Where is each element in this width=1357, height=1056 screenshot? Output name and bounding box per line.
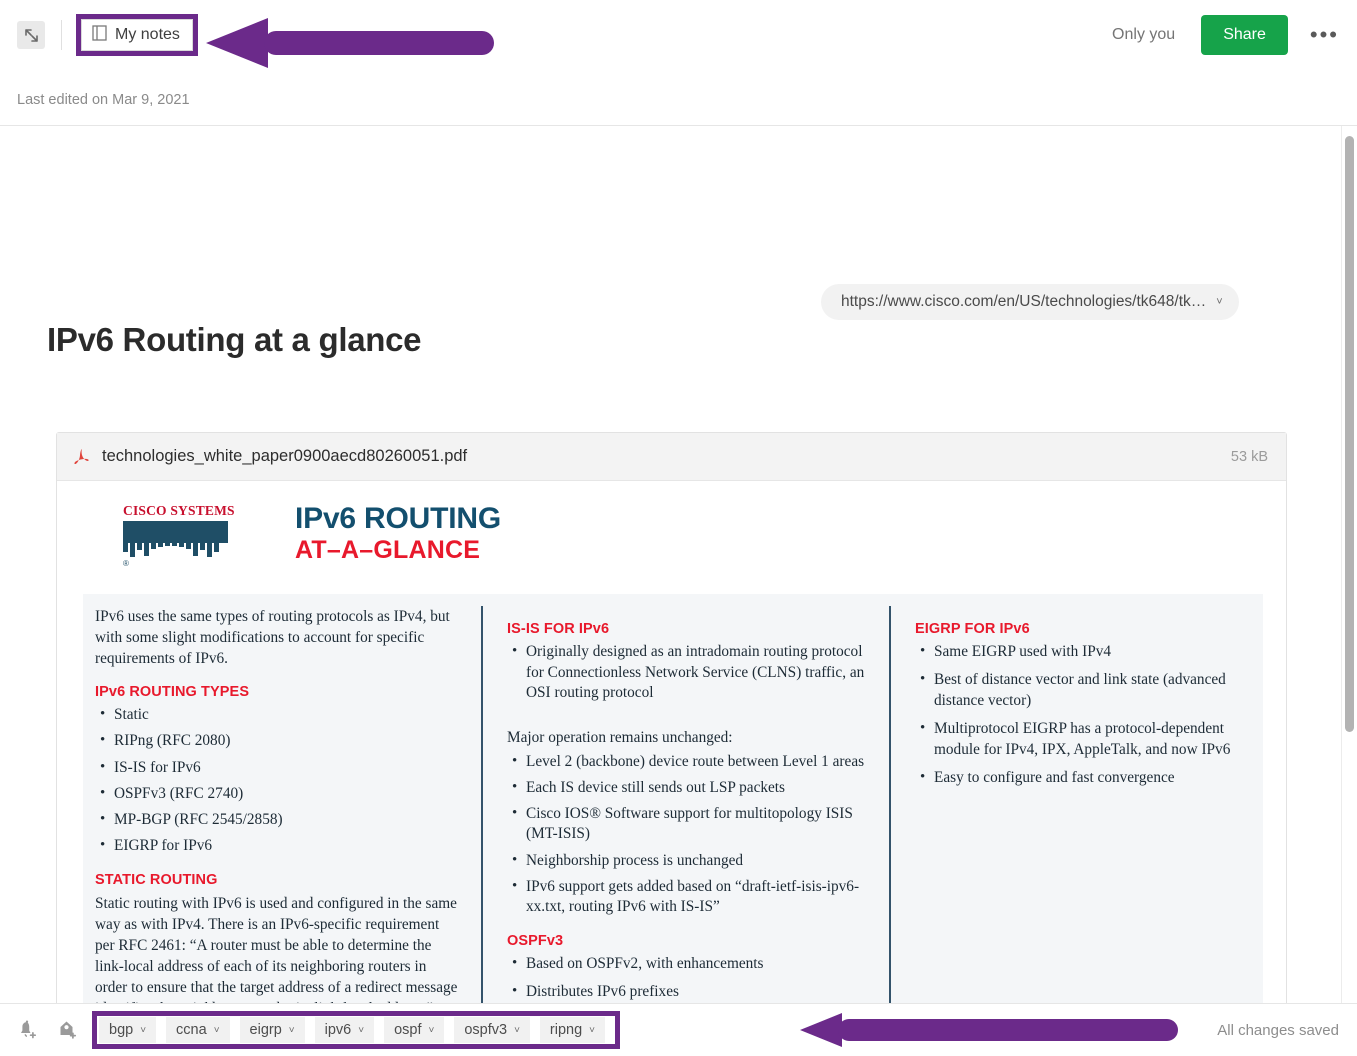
pdf-bullet-item: Each IS device still sends out LSP packe…	[512, 777, 867, 799]
notebook-selector[interactable]: My notes	[81, 19, 193, 51]
pdf-bullet-item: Neighborship process is unchanged	[512, 850, 867, 872]
save-status-label: All changes saved	[1217, 1021, 1339, 1039]
pdf-bullet-item: Same EIGRP used with IPv4	[920, 641, 1241, 663]
pdf-bullet-item: Cisco IOS® Software support for multitop…	[512, 803, 867, 845]
bell-plus-icon[interactable]	[14, 1017, 40, 1043]
pdf-section-heading: OSPFv3	[507, 933, 564, 950]
pdf-bullet-list: Level 2 (backbone) device route between …	[507, 751, 867, 918]
chevron-down-icon[interactable]: ˅	[289, 1025, 295, 1036]
chevron-down-icon[interactable]: ˅	[358, 1025, 364, 1036]
notebook-name: My notes	[115, 26, 180, 43]
tags-highlight-box: bgp ˅ ccna ˅ eigrp ˅ ipv6 ˅ ospf ˅ ospfv3 ˅ ripng ˅	[92, 1011, 621, 1049]
tag-chip-ospf[interactable]: ospf ˅	[384, 1017, 445, 1043]
attachment-filesize: 53 kB	[1230, 448, 1268, 465]
pdf-bullet-item: RIPng (RFC 2080)	[100, 730, 459, 752]
tag-chip-ipv6[interactable]: ipv6 ˅	[314, 1017, 375, 1043]
tag-plus-icon[interactable]	[54, 1017, 80, 1043]
attachment-header[interactable]: technologies_white_paper0900aecd80260051…	[57, 433, 1286, 481]
pdf-header-row: CISCO SYSTEMS ® IPv6 ROUTING AT–A–GLANCE	[57, 503, 1286, 568]
pdf-section-heading: IS-IS FOR IPv6	[507, 621, 610, 637]
cisco-wordmark: CISCO SYSTEMS	[123, 503, 235, 518]
pdf-paragraph: Static routing with IPv6 is used and con…	[95, 894, 458, 1004]
attachment-card: technologies_white_paper0900aecd80260051…	[56, 432, 1287, 1004]
attachment-filename: technologies_white_paper0900aecd80260051…	[102, 447, 468, 465]
pdf-spacer	[507, 711, 867, 727]
source-url-text: https://www.cisco.com/en/US/technologies…	[841, 293, 1207, 310]
pdf-bullet-list: Same EIGRP used with IPv4 Best of distanc…	[915, 641, 1241, 789]
tag-label: ripng	[549, 1022, 583, 1038]
notebook-icon	[92, 24, 107, 46]
pdf-bullet-item: Distributes IPv6 prefixes	[512, 981, 867, 1003]
pdf-bullet-item: IPv6 support gets added based on “draft-…	[512, 876, 867, 918]
share-button[interactable]: Share	[1201, 15, 1288, 55]
pdf-bullet-item: Easy to configure and fast convergence	[920, 767, 1241, 789]
chevron-down-icon[interactable]: ˅	[514, 1025, 520, 1036]
tag-chip-bgp[interactable]: bgp ˅	[99, 1017, 157, 1043]
pdf-section-heading: EIGRP FOR IPv6	[915, 621, 1030, 637]
pdf-title-line2: AT–A–GLANCE	[295, 535, 481, 564]
pdf-bullet-list: Based on OSPFv2, with enhancements Distri…	[507, 953, 867, 1004]
chevron-down-icon[interactable]: ˅	[140, 1025, 146, 1036]
tag-label: ccna	[176, 1022, 207, 1038]
bottom-toolbar: bgp ˅ ccna ˅ eigrp ˅ ipv6 ˅ ospf ˅ ospfv3 ˅ ripng ˅ A…	[0, 1003, 1357, 1056]
tag-label: eigrp	[249, 1022, 282, 1038]
visibility-label[interactable]: Only you	[1112, 26, 1175, 44]
tag-label: ospf	[394, 1022, 422, 1038]
pdf-bullet-item: IS-IS for IPv6	[100, 757, 459, 779]
notes-highlight-box: My notes	[76, 14, 198, 56]
last-edited-label: Last edited on Mar 9, 2021	[17, 92, 190, 108]
pdf-bullet-list: Static RIPng (RFC 2080) IS-IS for IPv6 OSPF…	[95, 704, 459, 857]
source-url-chip[interactable]: https://www.cisco.com/en/US/technologies…	[821, 284, 1239, 320]
pdf-bullet-item: Static	[100, 704, 459, 726]
pdf-bullet-item: EIGRP for IPv6	[100, 835, 459, 857]
chevron-down-icon[interactable]: ˅	[589, 1025, 595, 1036]
pdf-section-heading: STATIC ROUTING	[95, 871, 218, 888]
pdf-title-line1: IPv6 ROUTING	[295, 502, 501, 535]
pdf-bullet-item: Level 2 (backbone) device route between …	[512, 751, 867, 773]
pdf-column-3: EIGRP FOR IPv6 Same EIGRP used with IPv4 B…	[891, 606, 1263, 1004]
tag-chip-ccna[interactable]: ccna ˅	[166, 1017, 230, 1043]
top-toolbar: My notes Only you Share •••	[0, 0, 1357, 70]
tag-chip-ripng[interactable]: ripng ˅	[539, 1017, 606, 1043]
cisco-logo: CISCO SYSTEMS ®	[123, 503, 235, 568]
tag-label: ipv6	[324, 1022, 352, 1038]
note-scroll-area: https://www.cisco.com/en/US/technologies…	[0, 126, 1357, 1004]
pdf-paragraph: Major operation remains unchanged:	[507, 729, 733, 747]
toolbar-right-group: Only you Share •••	[1112, 15, 1357, 55]
pdf-columns: IPv6 uses the same types of routing prot…	[83, 594, 1263, 1004]
pdf-column-1: IPv6 uses the same types of routing prot…	[83, 606, 483, 1004]
expand-icon[interactable]	[17, 21, 45, 49]
pdf-icon	[73, 447, 90, 466]
pdf-bullet-item: OSPFv3 (RFC 2740)	[100, 783, 459, 805]
tag-label: bgp	[109, 1022, 134, 1038]
tag-chip-eigrp[interactable]: eigrp ˅	[239, 1017, 305, 1043]
chevron-down-icon: ˅	[1216, 296, 1223, 308]
tag-chip-ospfv3[interactable]: ospfv3 ˅	[454, 1017, 530, 1043]
pdf-bullet-item: Based on OSPFv2, with enhancements	[512, 953, 867, 975]
pdf-column-2: IS-IS FOR IPv6 Originally designed as an …	[483, 606, 891, 1004]
vertical-scrollbar-thumb[interactable]	[1345, 136, 1354, 732]
pdf-preview[interactable]: CISCO SYSTEMS ® IPv6 ROUTING AT–A–GLANCE…	[57, 481, 1286, 1004]
tag-label: ospfv3	[464, 1022, 508, 1038]
pdf-bullet-item: Multiprotocol EIGRP has a protocol-depen…	[920, 718, 1241, 760]
pdf-title-block: IPv6 ROUTING AT–A–GLANCE	[295, 503, 501, 565]
pdf-bullet-list: Originally designed as an intradomain ro…	[507, 641, 867, 704]
pdf-paragraph: IPv6 uses the same types of routing prot…	[95, 608, 450, 668]
chevron-down-icon[interactable]: ˅	[429, 1025, 435, 1036]
cisco-bridge-mark	[123, 521, 228, 559]
page-title: IPv6 Routing at a glance	[47, 321, 422, 358]
pdf-bullet-item: MP-BGP (RFC 2545/2858)	[100, 809, 459, 831]
annotation-arrow-tags	[800, 1013, 1178, 1047]
annotation-arrow-notes	[206, 18, 494, 68]
pdf-bullet-item: Best of distance vector and link state (…	[920, 669, 1241, 711]
pdf-bullet-item: Originally designed as an intradomain ro…	[512, 641, 867, 704]
pdf-section-heading: IPv6 ROUTING TYPES	[95, 684, 250, 701]
more-options-icon[interactable]: •••	[1310, 24, 1339, 46]
registered-mark: ®	[123, 559, 129, 568]
toolbar-divider	[61, 20, 62, 50]
chevron-down-icon[interactable]: ˅	[214, 1025, 220, 1036]
